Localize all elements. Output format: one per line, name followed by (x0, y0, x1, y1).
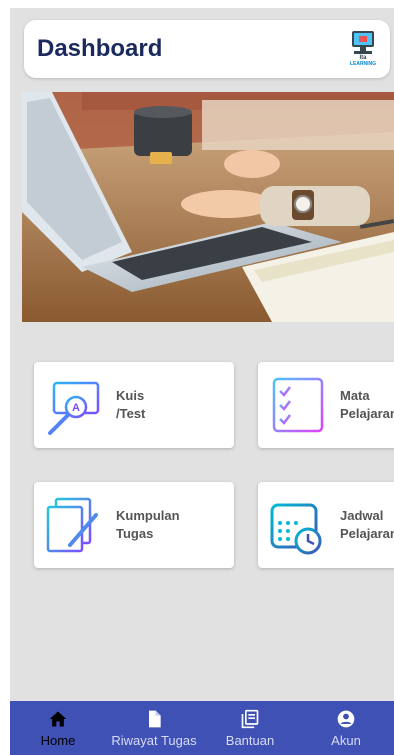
menu-label-kumpulan-tugas: Kumpulan Tugas (116, 508, 180, 541)
logo-text-bottom: LEARNING (349, 61, 377, 67)
app-logo: Ita LEARNING (346, 27, 380, 71)
menu-tile-jadwal-pelajaran[interactable]: Jadwal Pelajaran (258, 482, 394, 568)
page-title: Dashboard (37, 35, 163, 62)
nav-label-riwayat-tugas: Riwayat Tugas (111, 733, 197, 748)
app-bar: Dashboard Ita LEARNING (24, 20, 390, 78)
assignment-icon (46, 497, 98, 553)
nav-item-akun[interactable]: Akun (298, 701, 394, 755)
nav-item-bantuan[interactable]: Bantuan (202, 701, 298, 755)
hero-banner-image (22, 92, 394, 322)
svg-text:A: A (72, 402, 80, 414)
bottom-navigation: Home Riwayat Tugas Bantuan Akun (10, 701, 394, 755)
nav-item-riwayat-tugas[interactable]: Riwayat Tugas (106, 701, 202, 755)
calendar-clock-icon (270, 499, 322, 555)
menu-tile-kumpulan-tugas[interactable]: Kumpulan Tugas (34, 482, 234, 568)
checklist-icon (272, 377, 324, 433)
menu-tile-kuis-test[interactable]: A Kuis /Test (34, 362, 234, 448)
nav-item-home[interactable]: Home (10, 701, 106, 755)
menu-tile-mata-pelajaran[interactable]: Mata Pelajaran (258, 362, 394, 448)
menu-label-jadwal-pelajaran: Jadwal Pelajaran (340, 508, 394, 541)
account-icon (337, 710, 355, 728)
nav-label-home: Home (40, 733, 76, 748)
book-icon (241, 709, 259, 729)
nav-label-bantuan: Bantuan (225, 733, 275, 748)
quiz-search-icon: A (48, 381, 100, 435)
laptop-photo (22, 92, 394, 322)
nav-label-akun: Akun (331, 733, 361, 748)
app-frame: Dashboard Ita LEARNING A Kuis /Test Mata… (10, 8, 394, 755)
menu-label-kuis-test: Kuis /Test (116, 388, 146, 421)
file-icon (149, 710, 161, 728)
menu-label-mata-pelajaran: Mata Pelajaran (340, 388, 394, 421)
home-icon (49, 711, 67, 727)
